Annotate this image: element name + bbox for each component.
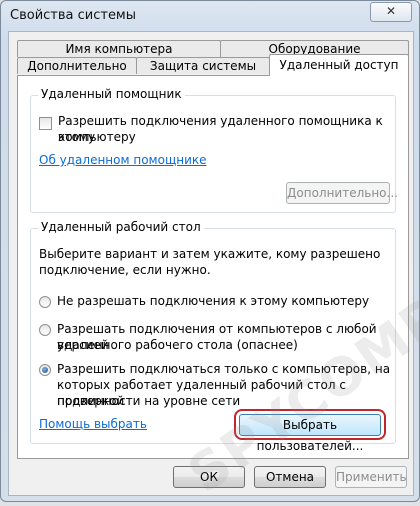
ok-button[interactable]: ОК (173, 466, 245, 488)
ok-label: ОК (200, 470, 218, 484)
dialog-client-area: Имя компьютера Оборудование Дополнительн… (8, 31, 420, 505)
title-bar[interactable]: Свойства системы ✕ (1, 1, 419, 31)
tab-remote-access[interactable]: Удаленный доступ (269, 54, 409, 76)
remote-desktop-group: Удаленный рабочий стол Выберите вариант … (30, 220, 396, 453)
tab-system-protection-label: Защита системы (149, 59, 257, 73)
select-users-label: Выбрать пользователей... (256, 418, 364, 453)
radio-allow-any-version[interactable] (39, 324, 51, 336)
tab-advanced[interactable]: Дополнительно (17, 57, 137, 74)
help-choose-link[interactable]: Помощь выбрать (39, 417, 147, 431)
radio-deny-connections[interactable] (39, 296, 51, 308)
tab-advanced-label: Дополнительно (27, 59, 127, 73)
radio-allow-nla-only-label-line3: подлинности на уровне сети (57, 394, 241, 408)
cancel-button[interactable]: Отмена (254, 466, 326, 488)
radio-allow-nla-only-label-line1: Разрешить подключаться только с компьюте… (57, 362, 391, 376)
remote-desktop-intro-line1: Выберите вариант и затем укажите, кому р… (39, 247, 381, 261)
radio-deny-connections-label: Не разрешать подключения к этому компьют… (57, 294, 370, 308)
remote-assistance-group: Удаленный помощник Разрешить подключения… (30, 87, 398, 213)
tab-computer-name[interactable]: Имя компьютера (17, 40, 221, 57)
remote-desktop-intro-line2: подключение, если нужно. (39, 263, 211, 277)
tab-system-protection[interactable]: Защита системы (136, 57, 270, 74)
radio-allow-any-version-label-line2: удаленного рабочего стола (опаснее) (57, 338, 298, 352)
apply-button[interactable]: Применить (335, 466, 407, 488)
select-users-button[interactable]: Выбрать пользователей... (239, 414, 381, 453)
remote-assistance-advanced-label: Дополнительно... (287, 186, 398, 200)
remote-access-panel: Удаленный помощник Разрешить подключения… (17, 75, 420, 505)
tab-remote-access-label: Удаленный доступ (279, 58, 399, 72)
radio-allow-nla-only[interactable] (39, 364, 51, 376)
close-button[interactable]: ✕ (370, 2, 412, 22)
system-properties-window: Свойства системы ✕ Имя компьютера Оборуд… (0, 0, 420, 505)
cancel-label: Отмена (265, 470, 315, 484)
allow-remote-assistance-checkbox[interactable] (39, 117, 52, 130)
tab-computer-name-label: Имя компьютера (65, 42, 173, 56)
window-title: Свойства системы (10, 8, 137, 23)
remote-assistance-advanced-button[interactable]: Дополнительно... (286, 182, 398, 204)
close-icon: ✕ (385, 4, 397, 18)
remote-desktop-legend: Удаленный рабочий стол (38, 220, 204, 234)
about-remote-assistance-link[interactable]: Об удаленном помощнике (39, 153, 207, 167)
apply-label: Применить (336, 470, 407, 484)
remote-assistance-legend: Удаленный помощник (38, 87, 185, 101)
allow-remote-assistance-label-line2: компьютеру (58, 130, 136, 144)
